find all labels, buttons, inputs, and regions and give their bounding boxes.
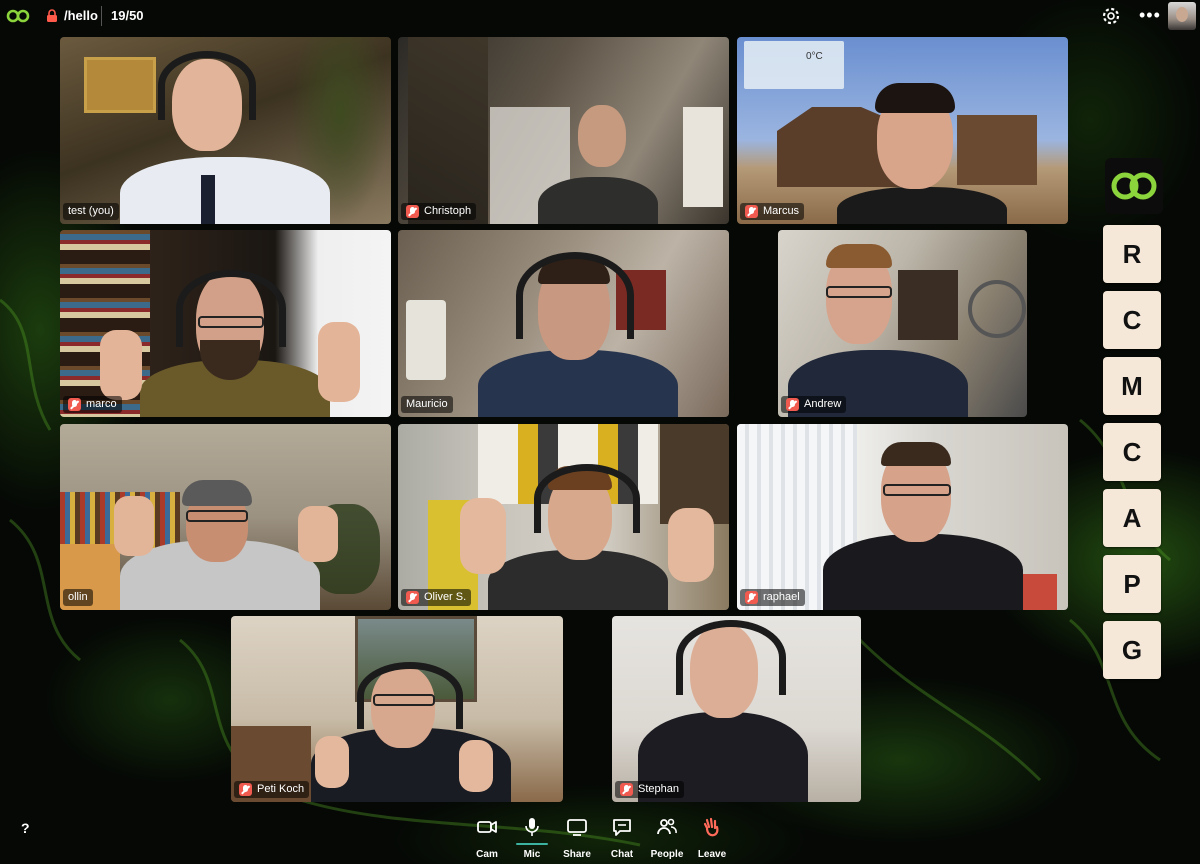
- video-tile[interactable]: Mauricio: [398, 230, 729, 417]
- people-icon: [657, 818, 677, 835]
- letter-tile[interactable]: C: [1103, 291, 1161, 349]
- muted-mic-icon: [745, 205, 758, 218]
- participant-name: Andrew: [804, 398, 842, 410]
- user-avatar[interactable]: [1168, 2, 1196, 30]
- cam-label: Cam: [476, 849, 498, 860]
- participant-name: test (you): [68, 205, 114, 217]
- weather-widget: 0°C: [744, 41, 844, 89]
- settings-gear-icon[interactable]: [1101, 6, 1121, 26]
- participant-label: Marcus: [740, 203, 805, 220]
- video-tile[interactable]: marco: [60, 230, 391, 417]
- video-tile[interactable]: Oliver S.: [398, 424, 729, 610]
- muted-mic-icon: [786, 398, 799, 411]
- participant-label: test (you): [63, 203, 119, 220]
- waving-hand-icon: [703, 817, 719, 837]
- muted-mic-icon: [239, 783, 252, 796]
- letter-tile[interactable]: A: [1103, 489, 1161, 547]
- side-logo-icon: [1105, 158, 1163, 214]
- muted-mic-icon: [745, 591, 758, 604]
- participant-name: ollin: [68, 591, 88, 603]
- video-tile[interactable]: Peti Koch: [231, 616, 563, 802]
- participant-name: Peti Koch: [257, 783, 305, 795]
- muted-mic-icon: [406, 591, 419, 604]
- room-name: /hello: [64, 8, 98, 23]
- participant-label: marco: [63, 396, 122, 413]
- muted-mic-icon: [68, 398, 81, 411]
- video-tile[interactable]: 0°C Marcus: [737, 37, 1068, 224]
- muted-mic-icon: [620, 783, 633, 796]
- participant-label: Peti Koch: [234, 781, 310, 798]
- share-label: Share: [563, 849, 591, 860]
- leave-label: Leave: [697, 849, 727, 860]
- cam-button[interactable]: Cam: [465, 816, 509, 864]
- letter-tile[interactable]: C: [1103, 423, 1161, 481]
- participant-name: marco: [86, 398, 117, 410]
- letter-tile[interactable]: G: [1103, 621, 1161, 679]
- lock-icon[interactable]: [46, 9, 58, 23]
- more-options-icon[interactable]: •••: [1139, 6, 1161, 24]
- mic-label: Mic: [523, 849, 541, 860]
- participant-name: Stephan: [638, 783, 679, 795]
- participant-label: Stephan: [615, 781, 684, 798]
- microphone-icon: [525, 818, 539, 836]
- participant-name: Christoph: [424, 205, 472, 217]
- people-button[interactable]: People: [645, 816, 689, 864]
- video-tile[interactable]: Andrew: [778, 230, 1027, 417]
- participant-label: Mauricio: [401, 396, 453, 413]
- screen-share-icon: [567, 819, 587, 836]
- divider: [101, 6, 102, 26]
- letter-tile[interactable]: M: [1103, 357, 1161, 415]
- help-button[interactable]: ?: [21, 820, 30, 836]
- letter-tile[interactable]: P: [1103, 555, 1161, 613]
- video-tile[interactable]: Christoph: [398, 37, 729, 224]
- chat-icon: [613, 819, 631, 836]
- participant-count: 19/50: [111, 8, 144, 23]
- participant-name: Oliver S.: [424, 591, 467, 603]
- participant-name: Mauricio: [406, 398, 448, 410]
- video-tile[interactable]: raphael: [737, 424, 1068, 610]
- chat-label: Chat: [610, 849, 634, 860]
- video-tile[interactable]: ollin: [60, 424, 391, 610]
- letter-tile[interactable]: R: [1103, 225, 1161, 283]
- leave-button[interactable]: Leave: [690, 816, 734, 864]
- participant-label: ollin: [63, 589, 93, 606]
- participant-name: Marcus: [763, 205, 800, 217]
- top-bar: /hello 19/50 •••: [0, 0, 1200, 32]
- mic-button[interactable]: Mic: [510, 816, 554, 864]
- participant-label: Andrew: [781, 396, 847, 413]
- muted-mic-icon: [406, 205, 419, 218]
- camera-icon: [477, 821, 497, 833]
- participant-label: Oliver S.: [401, 589, 472, 606]
- video-tile[interactable]: Stephan: [612, 616, 861, 802]
- participant-label: raphael: [740, 589, 805, 606]
- mic-active-indicator: [516, 843, 548, 845]
- share-button[interactable]: Share: [555, 816, 599, 864]
- video-tile[interactable]: test (you): [60, 37, 391, 224]
- weather-temperature: 0°C: [806, 51, 823, 62]
- app-logo-icon: [6, 9, 30, 23]
- participant-name: raphael: [763, 591, 800, 603]
- chat-button[interactable]: Chat: [600, 816, 644, 864]
- participant-label: Christoph: [401, 203, 477, 220]
- people-label: People: [650, 849, 684, 860]
